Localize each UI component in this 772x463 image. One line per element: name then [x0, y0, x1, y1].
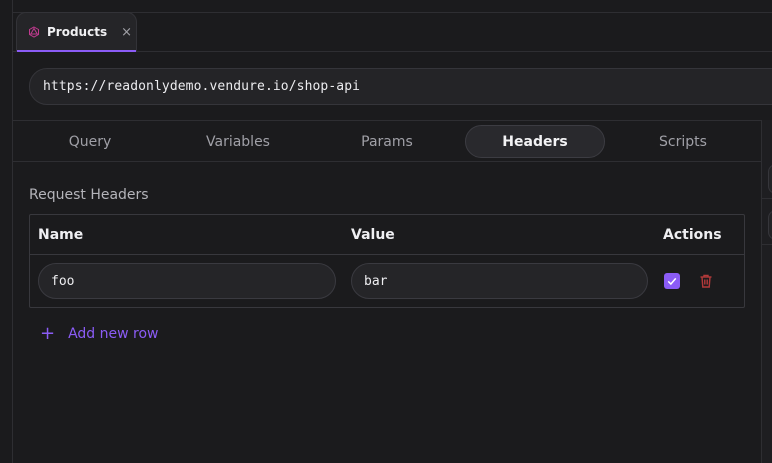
url-input[interactable]: https://readonlydemo.vendure.io/shop-api — [29, 68, 772, 105]
request-subtabs: Query Variables Params Headers Scripts — [13, 121, 761, 162]
response-divider — [762, 244, 772, 245]
close-icon[interactable]: × — [121, 26, 132, 39]
section-title: Request Headers — [29, 187, 149, 203]
tab-products[interactable]: Products × — [16, 12, 137, 52]
url-text: https://readonlydemo.vendure.io/shop-api — [43, 79, 361, 94]
header-name-input[interactable] — [38, 263, 336, 299]
column-header-actions: Actions — [663, 227, 722, 243]
header-value-input[interactable] — [351, 263, 648, 299]
tab-query[interactable]: Query — [26, 125, 154, 158]
active-tab-indicator — [17, 50, 136, 52]
table-header: Name Value Actions — [30, 215, 744, 255]
response-control[interactable] — [768, 164, 772, 194]
tab-scripts[interactable]: Scripts — [619, 125, 747, 158]
graphql-icon — [28, 26, 40, 38]
enabled-checkbox[interactable] — [664, 273, 680, 289]
left-sidebar-strip — [0, 0, 13, 463]
response-divider — [762, 198, 772, 199]
response-panel — [762, 120, 772, 463]
plus-icon: + — [40, 323, 56, 344]
check-icon — [667, 277, 677, 286]
response-control[interactable] — [768, 210, 772, 240]
add-row-button[interactable]: + Add new row — [40, 323, 159, 345]
tab-variables[interactable]: Variables — [174, 125, 302, 158]
headers-table: Name Value Actions — [29, 214, 745, 308]
tab-params[interactable]: Params — [323, 125, 451, 158]
column-header-name: Name — [38, 227, 84, 243]
tab-headers[interactable]: Headers — [465, 125, 605, 158]
trash-icon[interactable] — [698, 273, 714, 289]
tab-label: Products — [47, 25, 108, 39]
column-header-value: Value — [351, 227, 395, 243]
add-row-label: Add new row — [68, 326, 159, 342]
